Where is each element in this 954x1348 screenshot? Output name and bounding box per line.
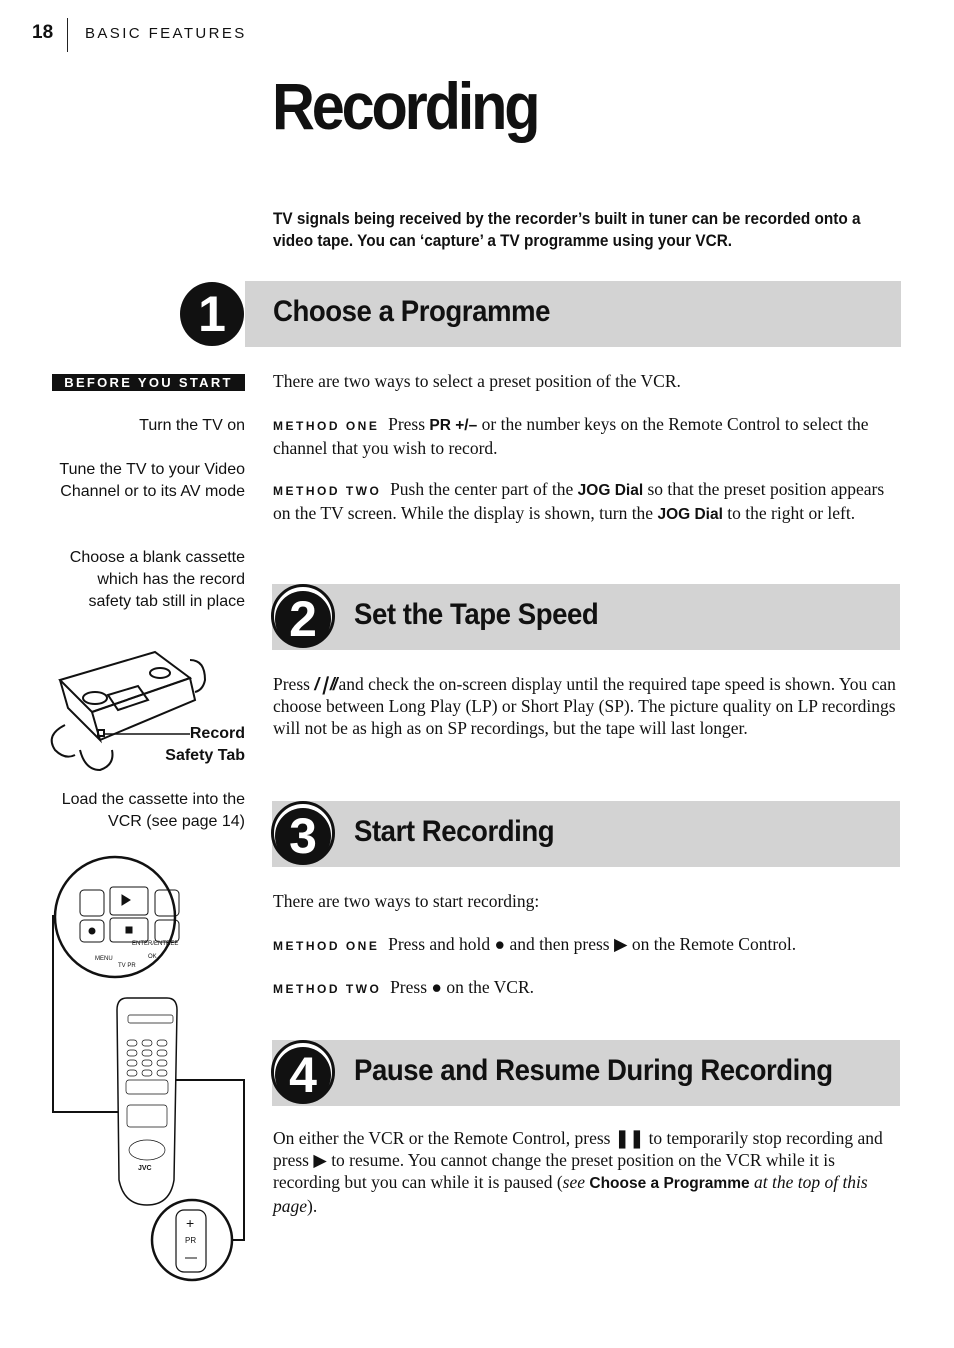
brand-logo: JVC — [138, 1165, 152, 1172]
number: 3 — [275, 808, 331, 864]
remote-control-illustration: MENU ENTER/ENTREE OK TV PR JVC + PR — [52, 855, 245, 1282]
page-number: 18 — [32, 22, 54, 43]
text: On either the VCR or the Remote Control,… — [273, 1128, 615, 1148]
record-icon: ● — [494, 934, 506, 954]
section-title: Pause and Resume During Recording — [354, 1054, 833, 1087]
section-bar-4: Pause and Resume During Recording — [272, 1040, 900, 1106]
header-divider — [67, 18, 68, 52]
section-bar-1: Choose a Programme — [245, 281, 901, 347]
paragraph: There are two ways to start recording: — [273, 891, 540, 911]
text: Press — [390, 977, 432, 997]
method-label: METHOD ONE — [273, 939, 380, 953]
step-number-1: 1 — [180, 282, 244, 346]
key-name: JOG Dial — [657, 506, 723, 523]
sidebar-step: Choose a blank cassette which has the re… — [69, 549, 245, 610]
label-line: Safety Tab — [165, 747, 245, 764]
section-title: Choose a Programme — [273, 295, 551, 328]
key-name: PR +/– — [429, 417, 478, 434]
pause-icon: ❚❚ — [614, 1128, 645, 1148]
text: to the right or left. — [722, 503, 856, 523]
label-line: Record — [189, 725, 245, 742]
intro-text: TV signals being received by the recorde… — [273, 210, 861, 250]
number: 2 — [275, 591, 331, 647]
section-header: BASIC FEATURES — [85, 25, 247, 42]
sidebar-step: Load the cassette into the VCR (see page… — [61, 791, 245, 830]
sidebar-step: Turn the TV on — [139, 417, 245, 434]
text: and check the on-screen display until th… — [273, 674, 896, 738]
section-title: Set the Tape Speed — [354, 598, 599, 631]
svg-text:+: + — [186, 1215, 194, 1231]
key-name: JOG Dial — [577, 482, 644, 499]
tv-pr-label: TV PR — [118, 963, 136, 969]
enter-label: ENTER/ENTREE — [132, 941, 178, 947]
record-safety-tab-label: Record Safety Tab — [165, 723, 245, 767]
text: see — [562, 1172, 590, 1192]
text: on the VCR. — [441, 977, 535, 997]
text: Press — [388, 414, 430, 434]
text: to resume. You cannot change the preset … — [273, 1150, 835, 1192]
text: and then press — [505, 934, 614, 954]
ok-label: OK — [148, 954, 157, 960]
method-label: METHOD ONE — [273, 419, 380, 433]
section-bar-3: Start Recording — [272, 801, 900, 867]
menu-label: MENU — [95, 956, 113, 962]
method-one-paragraph: METHOD ONE Press PR +/– or the number ke… — [273, 413, 903, 459]
paragraph: There are two ways to select a preset po… — [273, 371, 681, 391]
method-one-paragraph: METHOD ONE Press and hold ● and then pre… — [273, 933, 903, 955]
text: Push the center part of the — [390, 479, 578, 499]
tape-speed-icon: /❘// — [314, 674, 339, 694]
method-two-paragraph: METHOD TWO Press ● on the VCR. — [273, 976, 903, 998]
method-label: METHOD TWO — [273, 982, 382, 996]
text: on the Remote Control. — [627, 934, 797, 954]
paragraph: On either the VCR or the Remote Control,… — [273, 1127, 903, 1217]
record-icon: ● — [431, 977, 442, 997]
play-icon: ▶ — [313, 1150, 327, 1170]
section-bar-2: Set the Tape Speed — [272, 584, 900, 650]
text: Press and hold — [388, 934, 495, 954]
paragraph: Press /❘// and check the on-screen displ… — [273, 673, 903, 739]
sidebar-step: Tune the TV to your Video Channel or to … — [59, 461, 245, 500]
cross-reference: Choose a Programme — [589, 1175, 750, 1192]
step-number-4: 4 — [271, 1040, 335, 1104]
before-you-start-label: BEFORE YOU START — [52, 374, 245, 391]
method-label: METHOD TWO — [273, 484, 382, 498]
number: 4 — [275, 1047, 331, 1103]
pr-label: PR — [185, 1236, 196, 1245]
text: ). — [307, 1196, 318, 1216]
page-title: Recording — [272, 69, 541, 143]
section-title: Start Recording — [354, 815, 555, 848]
play-icon: ▶ — [614, 934, 628, 954]
step-number-3: 3 — [271, 801, 335, 865]
step-number-2: 2 — [271, 584, 335, 648]
method-two-paragraph: METHOD TWO Push the center part of the J… — [273, 478, 903, 526]
text: Press — [273, 674, 315, 694]
